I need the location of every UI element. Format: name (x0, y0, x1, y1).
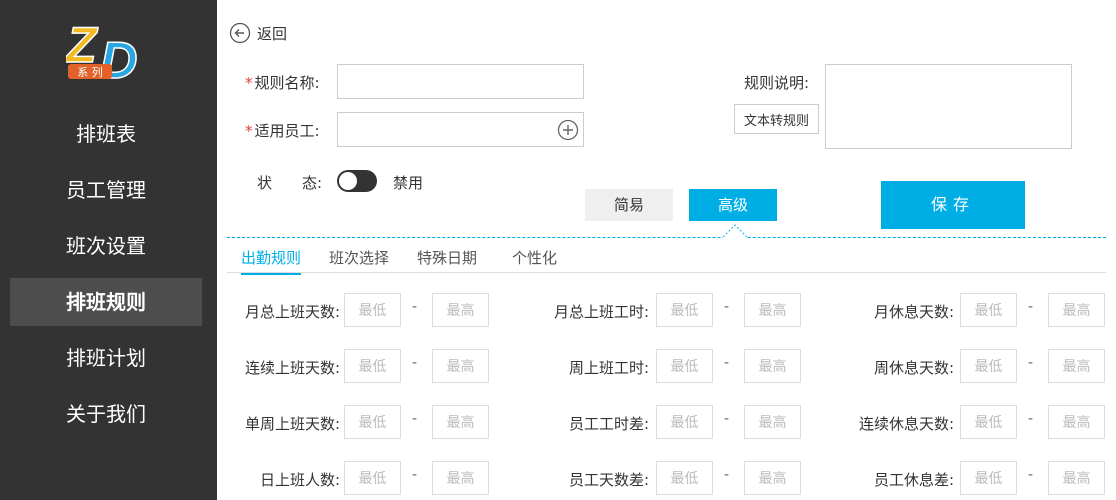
rule-name-label: * 规则名称: (245, 72, 320, 93)
rule-field-label: 月总上班天数: (244, 303, 340, 321)
min-value-input[interactable]: 最低 (344, 293, 401, 327)
max-value-input[interactable]: 最高 (1048, 349, 1105, 383)
rule-field-label: 月休息天数: (873, 303, 954, 321)
section-divider (227, 237, 1106, 238)
max-value-input[interactable]: 最高 (744, 405, 801, 439)
rule-name-input[interactable] (337, 64, 584, 99)
range-separator: - (724, 299, 730, 315)
sidebar-item-shift-settings[interactable]: 班次设置 (10, 222, 202, 270)
zd-logo: Z D 系 列 (63, 16, 156, 91)
rule-field-label: 连续休息天数: (858, 415, 954, 433)
range-separator: - (412, 299, 418, 315)
range-separator: - (1028, 355, 1034, 371)
main-content: 返回 * 规则名称: * 适用员工: 状 态: 禁用 规则说明: 文本转规则 简易 … (217, 0, 1116, 500)
max-value-input[interactable]: 最高 (432, 405, 489, 439)
max-value-input[interactable]: 最高 (744, 349, 801, 383)
mode-advanced-button[interactable]: 高级 (689, 189, 777, 221)
sidebar-item-schedule-rules[interactable]: 排班规则 (10, 278, 202, 326)
range-separator: - (724, 355, 730, 371)
sidebar-item-schedule-table[interactable]: 排班表 (10, 110, 202, 158)
min-value-input[interactable]: 最低 (960, 293, 1017, 327)
rule-field-label: 员工休息差: (873, 471, 954, 489)
range-separator: - (1028, 411, 1034, 427)
min-value-input[interactable]: 最低 (656, 461, 713, 495)
max-value-input[interactable]: 最高 (744, 461, 801, 495)
rule-field-label: 员工天数差: (568, 471, 649, 489)
rule-field-label: 月总上班工时: (553, 303, 649, 321)
save-button[interactable]: 保存 (881, 181, 1025, 229)
max-value-input[interactable]: 最高 (1048, 405, 1105, 439)
min-value-input[interactable]: 最低 (656, 293, 713, 327)
min-value-input[interactable]: 最低 (344, 405, 401, 439)
rule-field-label: 员工工时差: (568, 415, 649, 433)
rule-field-label: 连续上班天数: (244, 359, 340, 377)
sidebar-item-about-us[interactable]: 关于我们 (10, 390, 202, 438)
mode-easy-button[interactable]: 简易 (585, 189, 673, 221)
max-value-input[interactable]: 最高 (432, 349, 489, 383)
text-to-rule-button[interactable]: 文本转规则 (734, 104, 819, 134)
max-value-input[interactable]: 最高 (432, 293, 489, 327)
tab-personalization[interactable]: 个性化 (512, 247, 557, 271)
range-separator: - (1028, 299, 1034, 315)
applicable-employees-input[interactable] (337, 112, 584, 147)
applicable-employees-label-text: 适用员工: (254, 122, 320, 140)
tab-attendance-rules[interactable]: 出勤规则 (241, 247, 302, 275)
back-label: 返回 (257, 24, 288, 43)
range-separator: - (724, 411, 730, 427)
sidebar: Z D 系 列 排班表 员工管理 班次设置 排班规则 排班计划 关于我们 (0, 0, 217, 500)
tab-shift-selection[interactable]: 班次选择 (329, 247, 389, 271)
sidebar-item-schedule-plan[interactable]: 排班计划 (10, 334, 202, 382)
status-text: 禁用 (393, 174, 424, 192)
rule-field-label: 周休息天数: (873, 359, 954, 377)
rule-name-label-text: 规则名称: (254, 74, 320, 92)
min-value-input[interactable]: 最低 (344, 349, 401, 383)
max-value-input[interactable]: 最高 (744, 293, 801, 327)
range-separator: - (412, 411, 418, 427)
applicable-employees-label: * 适用员工: (245, 120, 320, 141)
rule-description-label: 规则说明: (744, 74, 810, 92)
min-value-input[interactable]: 最低 (960, 405, 1017, 439)
status-label: 状 态: (257, 174, 323, 192)
tab-special-dates[interactable]: 特殊日期 (417, 247, 477, 271)
min-value-input[interactable]: 最低 (344, 461, 401, 495)
add-circle-icon[interactable] (557, 119, 579, 141)
rule-description-textarea[interactable] (825, 64, 1072, 149)
max-value-input[interactable]: 最高 (432, 461, 489, 495)
required-mark: * (245, 74, 253, 92)
rule-field-label: 单周上班天数: (244, 415, 340, 433)
max-value-input[interactable]: 最高 (1048, 293, 1105, 327)
min-value-input[interactable]: 最低 (960, 461, 1017, 495)
range-separator: - (1028, 467, 1034, 483)
tabs-underline (227, 272, 1106, 273)
rule-field-label: 周上班工时: (568, 359, 649, 377)
max-value-input[interactable]: 最高 (1048, 461, 1105, 495)
divider-notch-icon (723, 224, 747, 238)
min-value-input[interactable]: 最低 (656, 349, 713, 383)
status-toggle[interactable] (337, 170, 377, 192)
svg-text:系 列: 系 列 (77, 65, 103, 79)
range-separator: - (724, 467, 730, 483)
min-value-input[interactable]: 最低 (656, 405, 713, 439)
range-separator: - (412, 467, 418, 483)
sidebar-item-employee-management[interactable]: 员工管理 (10, 166, 202, 214)
zd-logo-graphic: Z D 系 列 (63, 16, 138, 91)
back-button[interactable]: 返回 (229, 22, 287, 44)
required-mark: * (245, 122, 253, 140)
range-separator: - (412, 355, 418, 371)
min-value-input[interactable]: 最低 (960, 349, 1017, 383)
toggle-knob (339, 172, 357, 190)
rule-field-label: 日上班人数: (259, 471, 340, 489)
back-arrow-icon (229, 22, 251, 44)
